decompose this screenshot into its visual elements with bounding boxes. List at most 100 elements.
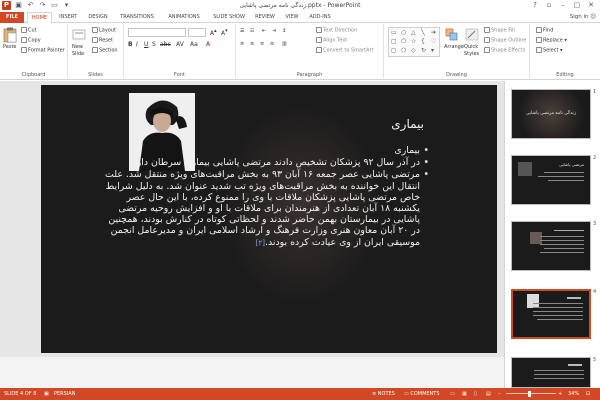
notes-button[interactable]: ≡ NOTES [372,388,395,400]
align-right-icon[interactable]: ≡ [260,41,264,48]
slide-body-text[interactable]: بیماری در آذر سال ۹۲ پزشکان تشخیص دادند … [103,145,429,249]
justify-icon[interactable]: ≡ [270,41,274,48]
italic-icon[interactable]: I [136,41,138,48]
notes-pane[interactable] [0,357,504,388]
copy-button[interactable]: Copy [21,37,41,45]
cut-button[interactable]: Cut [21,27,37,35]
shape-fill-button[interactable]: Shape Fill [484,27,515,35]
zoom-in-icon[interactable]: + [558,388,562,400]
slide-thumbnail-1[interactable]: زندگی نامه مرتضی پاشایی [511,89,591,139]
font-size-combo[interactable] [188,28,206,37]
brace-shape-icon[interactable]: { [421,38,425,45]
slide-title[interactable]: بیماری [391,117,424,131]
thumb-number-2: 2 [593,155,597,161]
slide-thumbnail-3[interactable] [511,221,591,271]
shape-outline-button[interactable]: Shape Outline [484,37,526,45]
zoom-slider[interactable] [506,393,556,394]
language-indicator[interactable]: PERSIAN [54,388,75,400]
maximize-icon[interactable]: ▢ [570,0,584,11]
tab-transitions[interactable]: TRANSITIONS [116,12,158,23]
tab-view[interactable]: VIEW [282,12,302,23]
slide-thumbnail-5[interactable] [511,357,591,388]
ribbon-display-icon[interactable]: ▫ [542,0,556,11]
new-slide-button[interactable]: New Slide [72,27,88,61]
numbering-icon[interactable]: ☷ [250,28,254,35]
zoom-level[interactable]: 34% [568,388,579,400]
layout-button[interactable]: Layout [92,27,116,35]
slide-show-icon[interactable]: ▤ [486,388,491,400]
increase-indent-icon[interactable]: ⇥ [272,28,276,35]
close-icon[interactable]: ✕ [584,0,598,11]
diamond-shape-icon[interactable]: ◇ [411,47,416,54]
shrink-font-icon[interactable]: A▾ [221,28,228,37]
rounded-rect-shape-icon[interactable]: ▢ [391,38,397,45]
paragraph-group: ☰ ☷ ⇤ ⇥ ↕ ≡ ≡ ≡ ≡ ▥ Text Direction Align… [236,24,384,78]
tab-file[interactable]: FILE [0,12,24,23]
normal-view-icon[interactable]: ▭ [450,388,455,400]
tab-design[interactable]: DESIGN [84,12,112,23]
spelling-icon[interactable]: ▣ [44,388,49,400]
pentagon-shape-icon[interactable]: ⬠ [401,38,406,45]
replace-button[interactable]: Replace ▾ [536,37,567,45]
arrow-shape-icon[interactable]: ➔ [431,29,436,36]
decrease-indent-icon[interactable]: ⇤ [262,28,266,35]
zoom-out-icon[interactable]: – [498,388,501,400]
slide-thumbnail-4-selected[interactable] [511,289,591,339]
underline-icon[interactable]: U [144,41,148,48]
font-color-icon[interactable]: A [206,41,210,48]
current-slide[interactable]: بیماری بیماری در آذر سال ۹۲ پزشکان تشخیص… [41,85,497,353]
format-painter-button[interactable]: Format Painter [21,47,65,55]
find-button[interactable]: Find [536,27,553,35]
help-icon[interactable]: ? [528,0,542,11]
callout-shape-icon[interactable]: ◻ [391,47,396,54]
shadow-icon[interactable]: S [152,41,156,48]
text-direction-button[interactable]: Text Direction [316,27,357,35]
tab-insert[interactable]: INSERT [56,12,80,23]
tab-add-ins[interactable]: ADD-INS [306,12,334,23]
line-spacing-icon[interactable]: ↕ [282,28,286,35]
curved-arrow-shape-icon[interactable]: ↻ [421,47,426,54]
zoom-slider-thumb[interactable] [528,391,531,397]
convert-smartart-button[interactable]: Convert to SmartArt [316,47,374,55]
more-shapes-icon[interactable]: ▾ [431,47,434,54]
select-button[interactable]: Select ▾ [536,47,563,55]
align-text-button[interactable]: Align Text [316,37,347,45]
section-button[interactable]: Section [92,47,118,55]
font-name-combo[interactable] [128,28,186,37]
star-shape-icon[interactable]: ☆ [411,38,416,45]
comments-button[interactable]: ▭ COMMENTS [404,388,440,400]
tab-review[interactable]: REVIEW [252,12,278,23]
thumb-text-line [533,311,583,312]
reading-view-icon[interactable]: ▯ [474,388,477,400]
align-left-icon[interactable]: ≡ [240,41,244,48]
shape-fill-label: Shape Fill [491,27,515,34]
fit-slide-icon[interactable]: ⊡ [586,388,590,400]
shapes-gallery[interactable]: ▭ ○ △ ╲ ➔ ▢ ⬠ ☆ { ♡ ◻ ⬡ ◇ ↻ ▾ [388,27,440,57]
heart-shape-icon[interactable]: ♡ [431,38,436,45]
shape-effects-button[interactable]: Shape Effects [484,47,525,55]
triangle-shape-icon[interactable]: △ [411,29,416,36]
bold-icon[interactable]: B [128,41,133,48]
minimize-icon[interactable]: – [556,0,570,11]
slide-sorter-icon[interactable]: ▦ [462,388,467,400]
slide-thumbnail-2[interactable]: مرتضی پاشایی [511,155,591,205]
hexagon-shape-icon[interactable]: ⬡ [401,47,406,54]
grow-font-icon[interactable]: A▴ [210,28,217,37]
change-case-icon[interactable]: Aa [190,41,198,48]
paste-button[interactable]: Paste [3,27,17,57]
bullets-icon[interactable]: ☰ [240,28,244,35]
columns-icon[interactable]: ▥ [282,41,287,48]
line-shape-icon[interactable]: ╲ [421,29,425,36]
character-spacing-icon[interactable]: AV [176,41,184,48]
sign-in-link[interactable]: Sign in ☺ [570,12,596,23]
tab-animations[interactable]: ANIMATIONS [162,12,206,23]
arrange-button[interactable]: Arrange [444,27,464,61]
reset-button[interactable]: Reset [92,37,113,45]
quick-styles-button[interactable]: Quick Styles [464,27,482,61]
tab-slide-show[interactable]: SLIDE SHOW [210,12,248,23]
reference-marker[interactable]: [۲] [256,239,265,247]
strikethrough-icon[interactable]: abc [160,41,171,48]
center-icon[interactable]: ≡ [250,41,254,48]
rectangle-shape-icon[interactable]: ▭ [391,29,397,36]
oval-shape-icon[interactable]: ○ [401,29,406,36]
